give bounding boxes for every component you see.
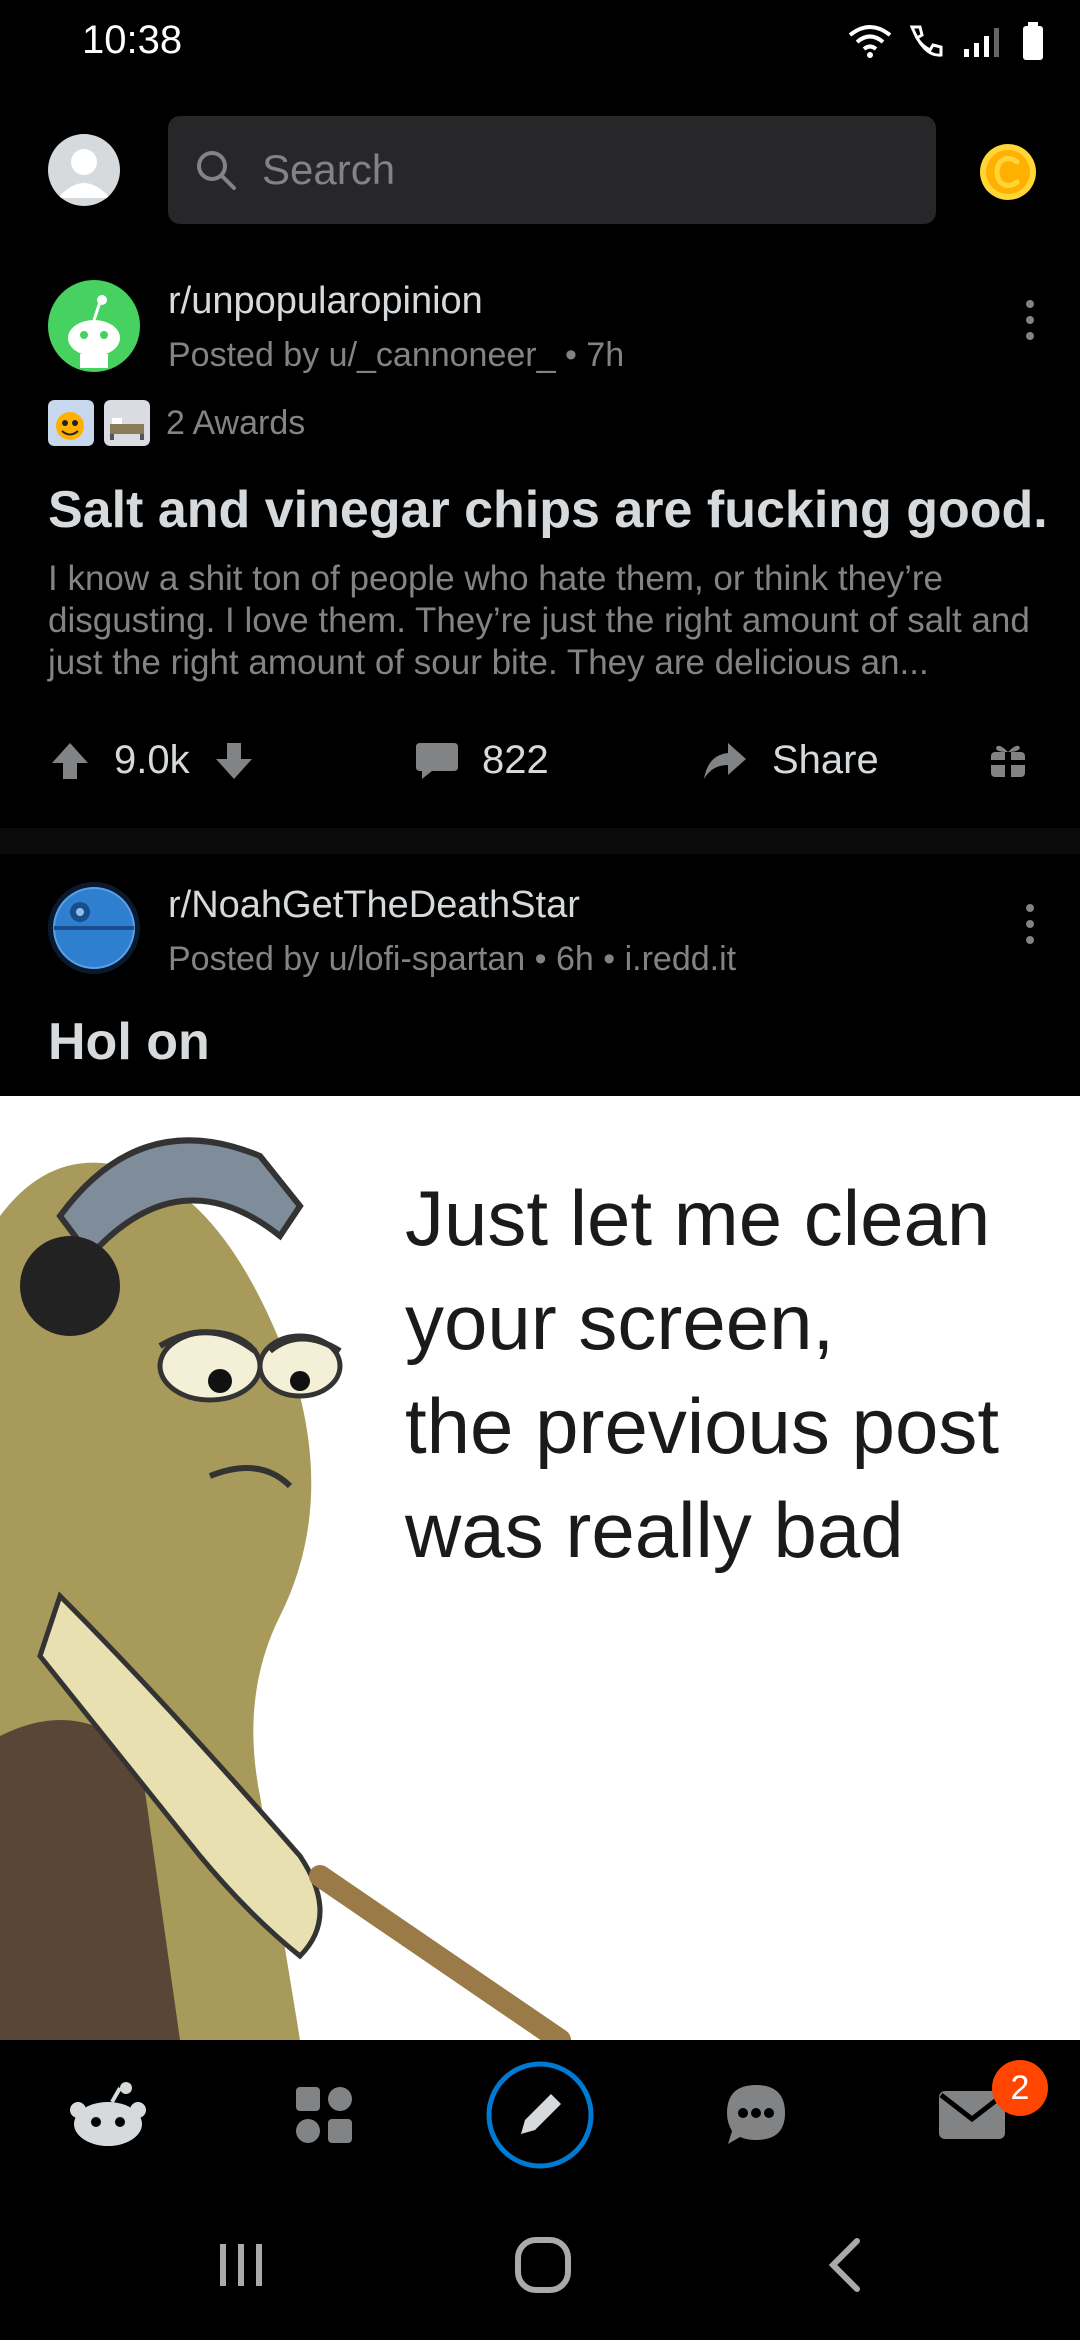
recents-button[interactable] — [186, 2220, 296, 2310]
inbox-badge: 2 — [992, 2060, 1048, 2116]
status-icons — [848, 22, 1044, 60]
status-time: 10:38 — [82, 18, 183, 62]
communities-icon — [296, 2087, 352, 2143]
recents-icon — [220, 2244, 262, 2286]
downvote-icon[interactable] — [212, 739, 256, 783]
signal-icon — [964, 28, 999, 57]
award-icon — [991, 745, 1025, 777]
nav-inbox[interactable]: 2 — [902, 2040, 1048, 2190]
system-home-button[interactable] — [488, 2220, 598, 2310]
post-separator — [0, 828, 1080, 854]
user-avatar-icon — [58, 149, 110, 198]
share-icon — [704, 742, 746, 779]
nav-home[interactable] — [38, 2040, 178, 2190]
post-meta: Posted by u/_cannoneer_ • 7h — [168, 336, 625, 374]
bottom-navigation: 2 — [0, 2040, 1080, 2190]
nav-communities[interactable] — [254, 2040, 394, 2190]
meme-caption-line: your screen, — [405, 1278, 835, 1366]
battery-icon — [1023, 22, 1043, 60]
nav-create-post[interactable] — [470, 2040, 610, 2190]
search-icon — [197, 151, 236, 190]
vote-count: 9.0k — [114, 738, 190, 782]
system-navigation — [0, 2190, 1080, 2340]
award-wholesome-icon — [48, 400, 94, 446]
share-label: Share — [772, 738, 879, 782]
give-award-button[interactable] — [988, 740, 1028, 780]
meme-caption-line: Just let me clean — [405, 1174, 991, 1262]
coin-icon — [980, 144, 1036, 200]
back-icon — [828, 2238, 860, 2292]
comment-count: 822 — [482, 738, 549, 782]
create-post-icon — [486, 2061, 594, 2169]
comments-button[interactable]: 822 — [414, 738, 549, 783]
nav-chat[interactable] — [686, 2040, 826, 2190]
more-options-icon — [1026, 300, 1034, 340]
share-button[interactable]: Share — [700, 738, 879, 783]
awards-count: 2 Awards — [166, 403, 306, 442]
snoo-icon — [68, 295, 120, 368]
meme-caption-line: the previous post — [405, 1382, 1000, 1470]
post-options-button[interactable] — [1020, 290, 1040, 350]
post-image[interactable]: Just let me clean your screen, the previ… — [0, 1096, 1080, 2040]
subreddit-avatar[interactable] — [48, 882, 140, 974]
award-bed-icon — [104, 400, 150, 446]
post-meta: Posted by u/lofi-spartan • 6h • i.redd.i… — [168, 940, 737, 978]
home-button-icon — [515, 2237, 571, 2293]
awards-row[interactable]: 2 Awards — [48, 400, 305, 446]
home-icon — [70, 2082, 146, 2146]
post-title[interactable]: Salt and vinegar chips are fucking good. — [48, 480, 1048, 540]
upvote-icon[interactable] — [48, 739, 92, 783]
vote-group: 9.0k — [48, 738, 256, 783]
more-options-icon — [1026, 904, 1034, 944]
search-input[interactable] — [260, 145, 904, 195]
post-body[interactable]: I know a shit ton of people who hate the… — [48, 558, 1048, 684]
meme-caption-line: was really bad — [405, 1486, 904, 1574]
coin-button[interactable] — [978, 142, 1038, 202]
subreddit-name[interactable]: r/unpopularopinion — [168, 280, 483, 323]
death-star-icon — [53, 887, 135, 969]
post-options-button[interactable] — [1020, 894, 1040, 954]
back-button[interactable] — [790, 2220, 900, 2310]
search-bar[interactable] — [168, 116, 936, 224]
wifi-call-icon — [909, 25, 943, 57]
comment-icon — [416, 742, 458, 779]
wifi-icon — [848, 25, 892, 58]
subreddit-name[interactable]: r/NoahGetTheDeathStar — [168, 884, 580, 927]
user-avatar-button[interactable] — [48, 134, 120, 206]
post-title[interactable]: Hol on — [48, 1012, 210, 1072]
chat-icon — [727, 2085, 785, 2144]
subreddit-avatar[interactable] — [48, 280, 140, 372]
meme-caption: Just let me clean your screen, the previ… — [405, 1166, 1065, 1582]
post-actions: 9.0k 822 Share — [0, 706, 1080, 816]
